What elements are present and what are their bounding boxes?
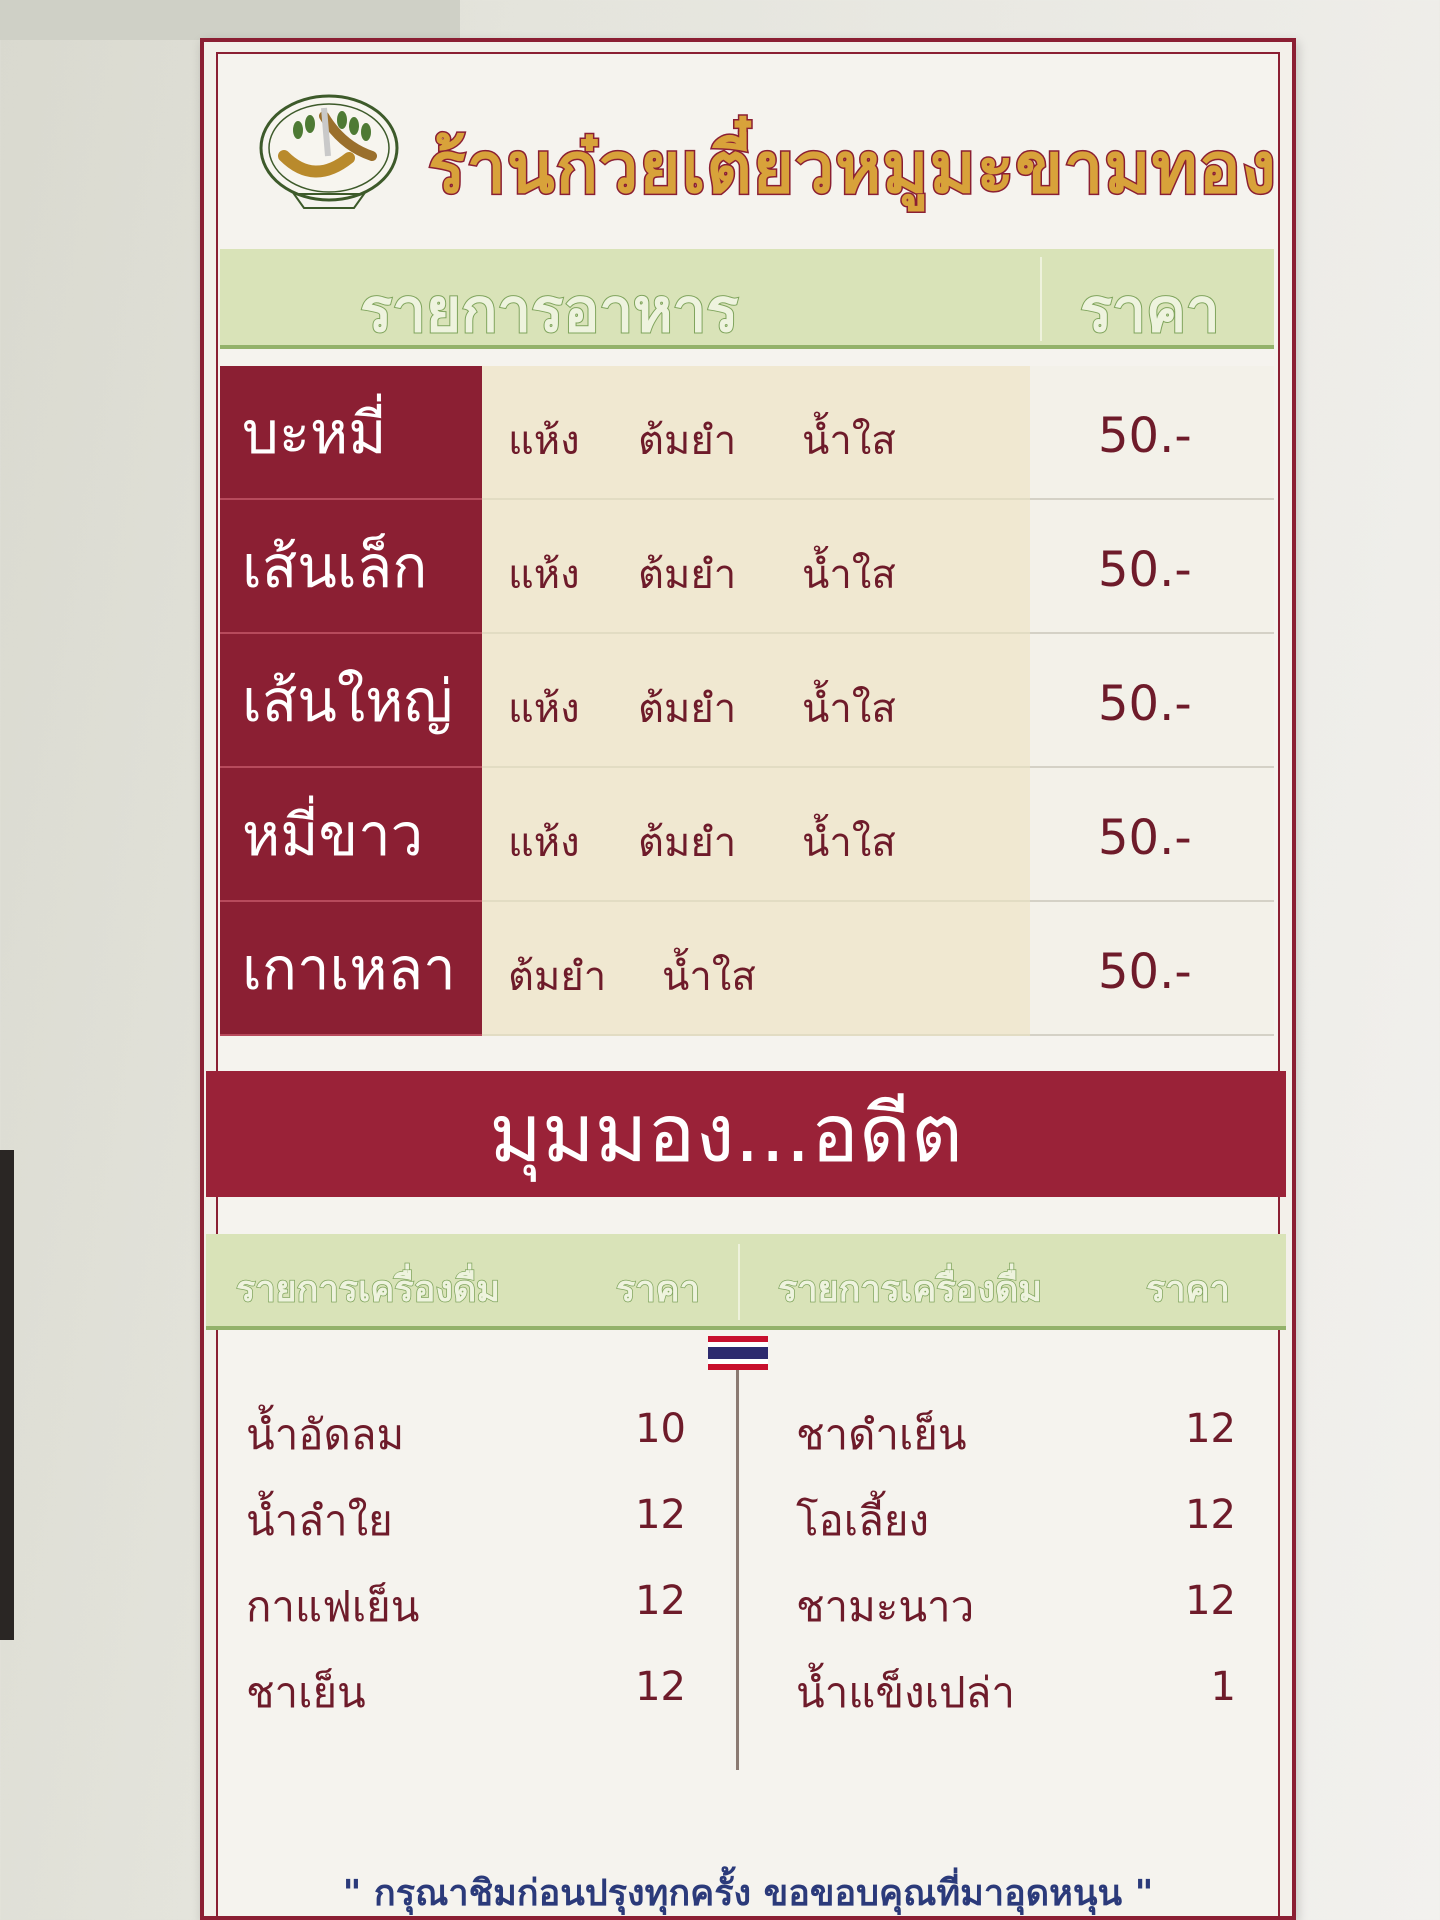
food-header-price: ราคา bbox=[1079, 275, 1221, 347]
slogan-text: มุมมอง...อดีต bbox=[489, 1087, 963, 1180]
food-row: บะหมี่ แห้ง ต้มยำ น้ำใส 50.- bbox=[220, 366, 1274, 500]
drink-price: 12 bbox=[1185, 1492, 1236, 1538]
food-header-band: รายการอาหาร ราคา bbox=[220, 249, 1274, 349]
tamarind-logo-icon bbox=[259, 94, 399, 209]
drink-item: โอเลี้ยง 12 bbox=[796, 1478, 1266, 1564]
food-option: น้ำใส bbox=[802, 552, 896, 598]
drink-item: น้ำลำใย 12 bbox=[246, 1478, 716, 1564]
drinks-header-price: ราคา bbox=[615, 1268, 700, 1311]
drinks-header-item: รายการเครื่องดื่ม bbox=[235, 1268, 501, 1311]
food-option: แห้ง bbox=[508, 686, 580, 732]
drinks-header-band: รายการเครื่องดื่ม ราคา รายการเครื่องดื่ม… bbox=[206, 1234, 1286, 1330]
food-option: แห้ง bbox=[508, 552, 580, 598]
thai-flag-icon bbox=[708, 1336, 768, 1370]
footer-note: " กรุณาชิมก่อนปรุงทุกครั้ง ขอขอบคุณที่มา… bbox=[342, 1873, 1154, 1914]
food-option: แห้ง bbox=[508, 820, 580, 866]
drink-name: ชามะนาว bbox=[796, 1582, 975, 1631]
food-option: แห้ง bbox=[508, 418, 580, 464]
food-price: 50.- bbox=[1030, 902, 1274, 1036]
drink-price: 12 bbox=[635, 1492, 686, 1538]
drink-price: 12 bbox=[1185, 1406, 1236, 1452]
food-row: เกาเหลา ต้มยำ น้ำใส 50.- bbox=[220, 902, 1274, 1036]
food-name: หมี่ขาว bbox=[220, 768, 482, 902]
food-price: 50.- bbox=[1030, 366, 1274, 500]
food-price: 50.- bbox=[1030, 768, 1274, 902]
drink-name: น้ำลำใย bbox=[246, 1496, 393, 1545]
drink-item: น้ำแข็งเปล่า 1 bbox=[796, 1650, 1266, 1736]
drinks-divider bbox=[736, 1370, 739, 1770]
food-options: แห้ง ต้มยำ น้ำใส bbox=[482, 500, 1030, 634]
food-option: น้ำใส bbox=[662, 954, 756, 1000]
drink-price: 12 bbox=[635, 1578, 686, 1624]
food-options: แห้ง ต้มยำ น้ำใส bbox=[482, 768, 1030, 902]
shop-title: ร้านก๋วยเตี๋ยวหมูมะขามทอง bbox=[427, 125, 1278, 211]
drink-item: น้ำอัดลม 10 bbox=[246, 1392, 716, 1478]
wall-shadow bbox=[0, 0, 460, 40]
drinks-list-left: น้ำอัดลม 10 น้ำลำใย 12 กาแฟเย็น 12 ชาเย็… bbox=[246, 1392, 716, 1736]
drink-name: กาแฟเย็น bbox=[246, 1582, 420, 1631]
drink-price: 10 bbox=[635, 1406, 686, 1452]
food-option: น้ำใส bbox=[802, 820, 896, 866]
food-option: ต้มยำ bbox=[638, 686, 737, 732]
food-name: เส้นใหญ่ bbox=[220, 634, 482, 768]
drink-price: 12 bbox=[635, 1664, 686, 1710]
drink-name: ชาเย็น bbox=[246, 1668, 366, 1717]
food-option: ต้มยำ bbox=[638, 820, 737, 866]
food-option: น้ำใส bbox=[802, 686, 896, 732]
drink-price: 1 bbox=[1210, 1664, 1236, 1710]
food-options: ต้มยำ น้ำใส bbox=[482, 902, 1030, 1036]
food-option: ต้มยำ bbox=[638, 418, 737, 464]
food-option: ต้มยำ bbox=[638, 552, 737, 598]
food-row: เส้นเล็ก แห้ง ต้มยำ น้ำใส 50.- bbox=[220, 500, 1274, 634]
food-table: บะหมี่ แห้ง ต้มยำ น้ำใส 50.- เส้นเล็ก แห… bbox=[220, 366, 1274, 1036]
drink-item: ชามะนาว 12 bbox=[796, 1564, 1266, 1650]
header-divider bbox=[738, 1244, 740, 1320]
food-name: เกาเหลา bbox=[220, 902, 482, 1036]
food-name: บะหมี่ bbox=[220, 366, 482, 500]
drink-item: กาแฟเย็น 12 bbox=[246, 1564, 716, 1650]
food-option: ต้มยำ bbox=[508, 954, 607, 1000]
food-price: 50.- bbox=[1030, 634, 1274, 768]
drinks-header-item: รายการเครื่องดื่ม bbox=[777, 1268, 1043, 1311]
food-options: แห้ง ต้มยำ น้ำใส bbox=[482, 366, 1030, 500]
food-name: เส้นเล็ก bbox=[220, 500, 482, 634]
drink-name: โอเลี้ยง bbox=[796, 1496, 929, 1545]
menu-board: ร้านก๋วยเตี๋ยวหมูมะขามทอง รายการอาหาร รา… bbox=[200, 38, 1296, 1920]
drink-name: ชาดำเย็น bbox=[796, 1410, 967, 1459]
drink-item: ชาเย็น 12 bbox=[246, 1650, 716, 1736]
header-divider bbox=[1040, 257, 1042, 341]
menu-header: ร้านก๋วยเตี๋ยวหมูมะขามทอง bbox=[218, 54, 1278, 234]
food-option: น้ำใส bbox=[802, 418, 896, 464]
food-price: 50.- bbox=[1030, 500, 1274, 634]
drinks-list-right: ชาดำเย็น 12 โอเลี้ยง 12 ชามะนาว 12 น้ำแข… bbox=[796, 1392, 1266, 1736]
drink-item: ชาดำเย็น 12 bbox=[796, 1392, 1266, 1478]
slogan-band: มุมมอง...อดีต bbox=[206, 1071, 1286, 1197]
drinks-header-price: ราคา bbox=[1145, 1268, 1230, 1311]
food-header-item: รายการอาหาร bbox=[359, 275, 740, 347]
drink-name: น้ำแข็งเปล่า bbox=[796, 1668, 1015, 1717]
wall-frame-edge bbox=[0, 1150, 14, 1640]
food-options: แห้ง ต้มยำ น้ำใส bbox=[482, 634, 1030, 768]
food-row: หมี่ขาว แห้ง ต้มยำ น้ำใส 50.- bbox=[220, 768, 1274, 902]
drink-price: 12 bbox=[1185, 1578, 1236, 1624]
drink-name: น้ำอัดลม bbox=[246, 1410, 405, 1459]
food-row: เส้นใหญ่ แห้ง ต้มยำ น้ำใส 50.- bbox=[220, 634, 1274, 768]
menu-board-inner: ร้านก๋วยเตี๋ยวหมูมะขามทอง รายการอาหาร รา… bbox=[206, 52, 1286, 1916]
